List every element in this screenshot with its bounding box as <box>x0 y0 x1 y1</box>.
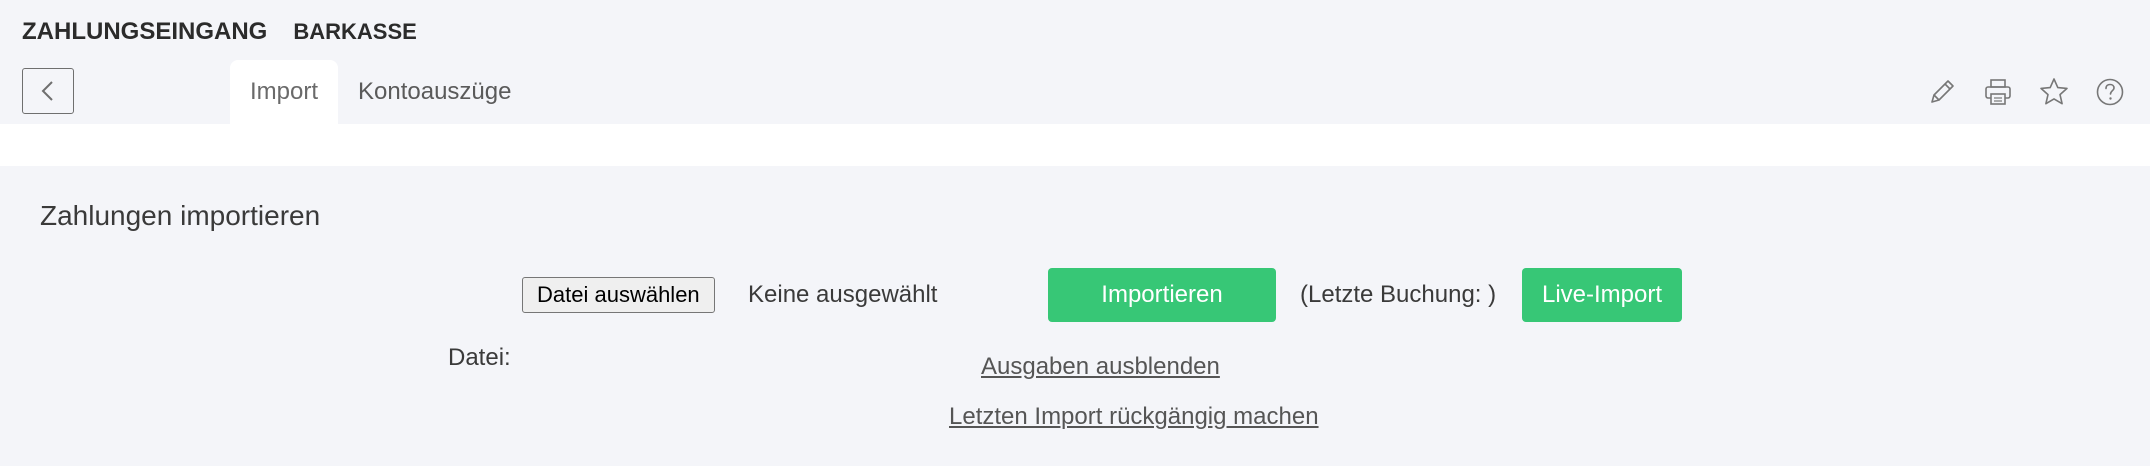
back-button[interactable] <box>22 68 74 114</box>
undo-import-link[interactable]: Letzten Import rückgängig machen <box>949 403 1319 431</box>
file-label: Datei: <box>448 344 511 371</box>
tab-import[interactable]: Import <box>230 60 339 124</box>
toolbar <box>1924 74 2128 110</box>
edit-button[interactable] <box>1924 74 1960 110</box>
title-row: ZAHLUNGSEINGANG BARKASSE <box>22 18 417 46</box>
last-booking-text: (Letzte Buchung: ) <box>1300 281 1497 308</box>
tab-kontoauszuege[interactable]: Kontoauszüge <box>338 60 531 124</box>
tab-label: Kontoauszüge <box>358 78 512 105</box>
tab-bar: Import Kontoauszüge <box>230 60 531 124</box>
help-button[interactable] <box>2092 74 2128 110</box>
help-icon <box>2096 78 2124 106</box>
chevron-left-icon <box>41 81 53 101</box>
section-title: Zahlungen importieren <box>40 200 321 231</box>
live-import-button[interactable]: Live-Import <box>1522 268 1682 322</box>
page-header: ZAHLUNGSEINGANG BARKASSE Import Kontoaus… <box>0 0 2150 124</box>
choose-file-button[interactable]: Datei auswählen <box>522 277 715 313</box>
import-button[interactable]: Importieren <box>1048 268 1276 322</box>
tab-label: Import <box>250 78 319 105</box>
file-status: Keine ausgewählt <box>748 281 938 308</box>
hide-expenses-link[interactable]: Ausgaben ausblenden <box>981 353 1220 381</box>
pencil-icon <box>1931 80 1954 103</box>
star-icon <box>2040 78 2068 105</box>
page-title: ZAHLUNGSEINGANG <box>22 18 268 45</box>
page-subtitle: BARKASSE <box>293 19 417 44</box>
favorite-button[interactable] <box>2036 74 2072 110</box>
tab-content-strip <box>0 124 2150 166</box>
print-button[interactable] <box>1980 74 2016 110</box>
printer-icon <box>1985 79 2011 105</box>
